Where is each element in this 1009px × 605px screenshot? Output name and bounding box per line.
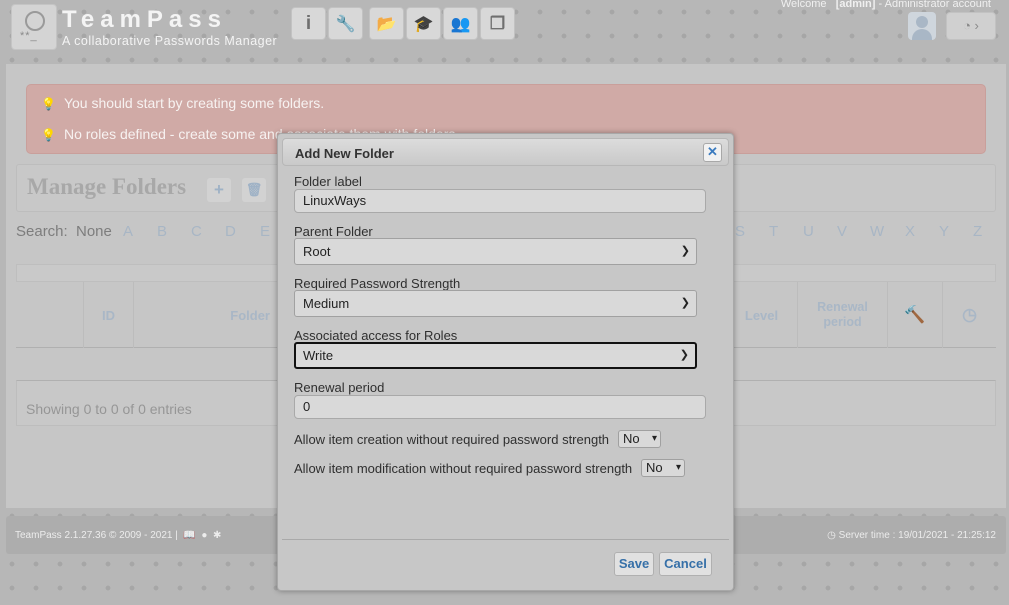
gavel-icon[interactable]: 🔨 (888, 282, 943, 348)
alert-line: 💡 You should start by creating some folde… (41, 95, 325, 111)
dialog-divider (282, 539, 729, 540)
search-letter[interactable]: T (769, 223, 778, 240)
lightbulb-icon: 💡 (41, 128, 56, 142)
plus-icon: + (214, 180, 224, 199)
allow-modification-label: Allow item modification without required… (294, 461, 633, 476)
book-icon[interactable]: 📖 (181, 530, 195, 541)
server-time: ◷ Server time : 19/01/2021 - 21:25:12 (827, 530, 996, 541)
access-roles-select[interactable]: Write ❯ (294, 342, 697, 369)
dashboard-button[interactable]: ◔ › (946, 12, 996, 40)
column-id[interactable]: ID (84, 282, 134, 348)
add-folder-dialog: Add New Folder ✕ Folder label LinuxWays … (277, 133, 734, 591)
delete-folder-button[interactable]: 🗑 (242, 178, 266, 202)
avatar-body (912, 29, 932, 40)
password-strength-label: Required Password Strength (294, 276, 461, 291)
clock-icon[interactable]: ◷ (943, 282, 996, 348)
folder-icon: 📂 (376, 16, 397, 33)
password-strength-select[interactable]: Medium ❯ (294, 290, 697, 317)
username: [admin] (835, 0, 876, 10)
users-button[interactable]: 👥 (443, 7, 478, 40)
app-name: TeamPass (62, 6, 227, 33)
folder-label-input[interactable]: LinuxWays (294, 189, 706, 213)
users-icon: 👥 (450, 16, 471, 33)
close-icon: ✕ (707, 144, 718, 159)
chevron-down-icon: ❯ (680, 245, 690, 257)
search-letter[interactable]: Y (939, 223, 949, 240)
allow-creation-select[interactable]: No ▾ (618, 430, 661, 448)
cubes-icon: ❒ (489, 14, 506, 33)
dashboard-icon: ◔ › (963, 18, 979, 33)
roles-button[interactable]: 🎓 (406, 7, 441, 40)
folder-label-label: Folder label (294, 174, 362, 189)
column-renewal[interactable]: Renewal period (798, 282, 888, 348)
parent-folder-select[interactable]: Root ❯ (294, 238, 697, 265)
dialog-titlebar: Add New Folder ✕ (282, 138, 729, 166)
top-header: **_ TeamPass A collaborative Passwords M… (0, 0, 1009, 64)
renewal-period-input[interactable]: 0 (294, 395, 706, 419)
page-title: Manage Folders (27, 174, 187, 199)
search-letter[interactable]: U (803, 223, 814, 240)
dialog-title: Add New Folder (295, 146, 394, 161)
search-letter[interactable]: B (157, 223, 167, 240)
search-letter[interactable]: S (735, 223, 745, 240)
welcome-text: Welcome [admin] - Administrator account (780, 0, 991, 10)
teampass-logo: **_ (11, 4, 57, 50)
entries-info: Showing 0 to 0 of 0 entries (26, 401, 192, 417)
cancel-button[interactable]: Cancel (659, 552, 712, 576)
parent-folder-label: Parent Folder (294, 224, 373, 239)
column-level[interactable]: Level (726, 282, 798, 348)
graduation-cap-icon: 🎓 (413, 16, 434, 33)
chevron-down-icon: ▾ (651, 433, 657, 444)
search-label: Search: (16, 223, 68, 240)
app-tagline: A collaborative Passwords Manager (62, 34, 278, 48)
select-column (16, 282, 84, 348)
search-letter[interactable]: C (191, 223, 202, 240)
access-roles-label: Associated access for Roles (294, 328, 458, 343)
search-letter[interactable]: X (905, 223, 915, 240)
search-letter[interactable]: D (225, 223, 236, 240)
reddit-icon[interactable]: ● (199, 530, 207, 541)
allow-creation-label: Allow item creation without required pas… (294, 432, 610, 447)
wrench-icon: 🔧 (335, 16, 356, 33)
lock-icon (25, 11, 45, 31)
save-button[interactable]: Save (614, 552, 654, 576)
lightbulb-icon: 💡 (41, 97, 56, 111)
add-folder-button[interactable]: + (207, 178, 231, 202)
chevron-down-icon: ❯ (679, 349, 689, 361)
search-letter[interactable]: A (123, 223, 133, 240)
close-button[interactable]: ✕ (703, 143, 722, 162)
chevron-down-icon: ▾ (675, 462, 681, 473)
settings-button[interactable]: 🔧 (328, 7, 363, 40)
footer-version: TeamPass 2.1.27.36 © 2009 - 2021 | 📖 ● ✱ (15, 530, 222, 541)
avatar[interactable] (908, 12, 936, 40)
password-stars-icon: **_ (20, 30, 38, 42)
renewal-period-label: Renewal period (294, 380, 385, 395)
trash-icon: 🗑 (245, 182, 263, 197)
search-letter[interactable]: V (837, 223, 847, 240)
chevron-down-icon: ❯ (680, 297, 690, 309)
utilities-button[interactable]: ❒ (480, 7, 515, 40)
search-letter[interactable]: Z (973, 223, 982, 240)
bug-icon[interactable]: ✱ (210, 530, 221, 541)
clock-icon: ◷ (827, 530, 836, 541)
column-folder[interactable]: Folder (134, 282, 284, 348)
search-none[interactable]: None (76, 223, 112, 240)
search-letter[interactable]: E (260, 223, 270, 240)
info-icon: i (305, 13, 312, 34)
info-button[interactable]: i (291, 7, 326, 40)
folders-button[interactable]: 📂 (369, 7, 404, 40)
avatar-head (916, 16, 928, 28)
search-letter[interactable]: W (870, 223, 884, 240)
allow-modification-select[interactable]: No ▾ (641, 459, 685, 477)
